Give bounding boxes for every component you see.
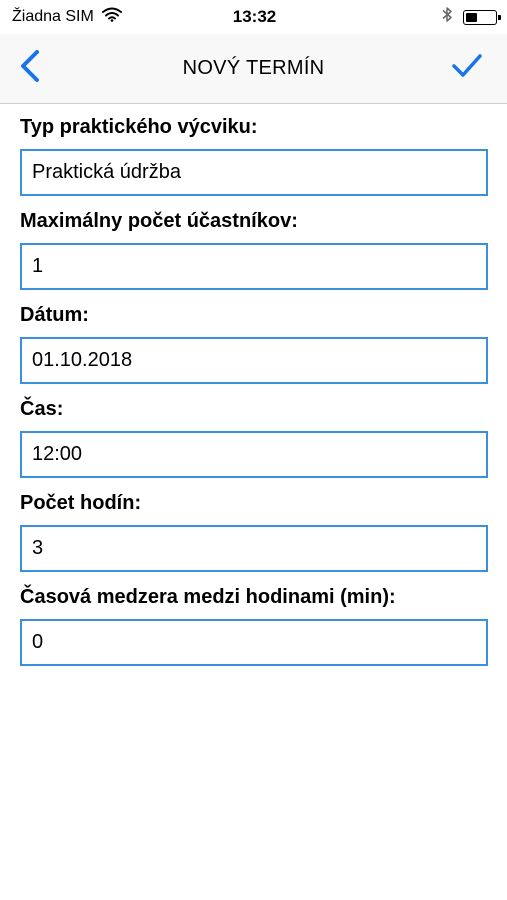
hours-count-label: Počet hodín: [20,492,142,514]
wifi-icon [101,7,122,27]
date-input[interactable]: 01.10.2018 [20,337,488,384]
date-label: Dátum: [20,304,89,326]
status-right [327,6,501,28]
back-button[interactable] [10,48,50,88]
gap-minutes-input[interactable]: 0 [20,619,488,666]
chevron-left-icon [18,49,42,88]
battery-icon [462,9,501,25]
checkmark-icon [451,53,483,84]
term-form: Typ praktického výcviku: Praktická údržb… [20,115,488,679]
confirm-button[interactable] [447,48,487,88]
training-type-input[interactable]: Praktická údržba [20,149,488,196]
carrier-label: Žiadna SIM [12,8,94,25]
bluetooth-icon [441,6,453,28]
max-participants-input[interactable]: 1 [20,243,488,290]
time-input[interactable]: 12:00 [20,431,488,478]
max-participants-label: Maximálny počet účastníkov: [20,210,298,232]
status-left: Žiadna SIM [12,7,182,27]
navigation-bar: NOVÝ TERMÍN [0,34,507,104]
gap-minutes-label: Časová medzera medzi hodinami (min): [20,586,396,608]
page-title: NOVÝ TERMÍN [182,57,325,79]
status-time: 13:32 [232,7,277,26]
training-type-label: Typ praktického výcviku: [20,116,258,138]
hours-count-input[interactable]: 3 [20,525,488,572]
time-label: Čas: [20,398,64,420]
status-bar: Žiadna SIM 13:32 [0,0,507,34]
